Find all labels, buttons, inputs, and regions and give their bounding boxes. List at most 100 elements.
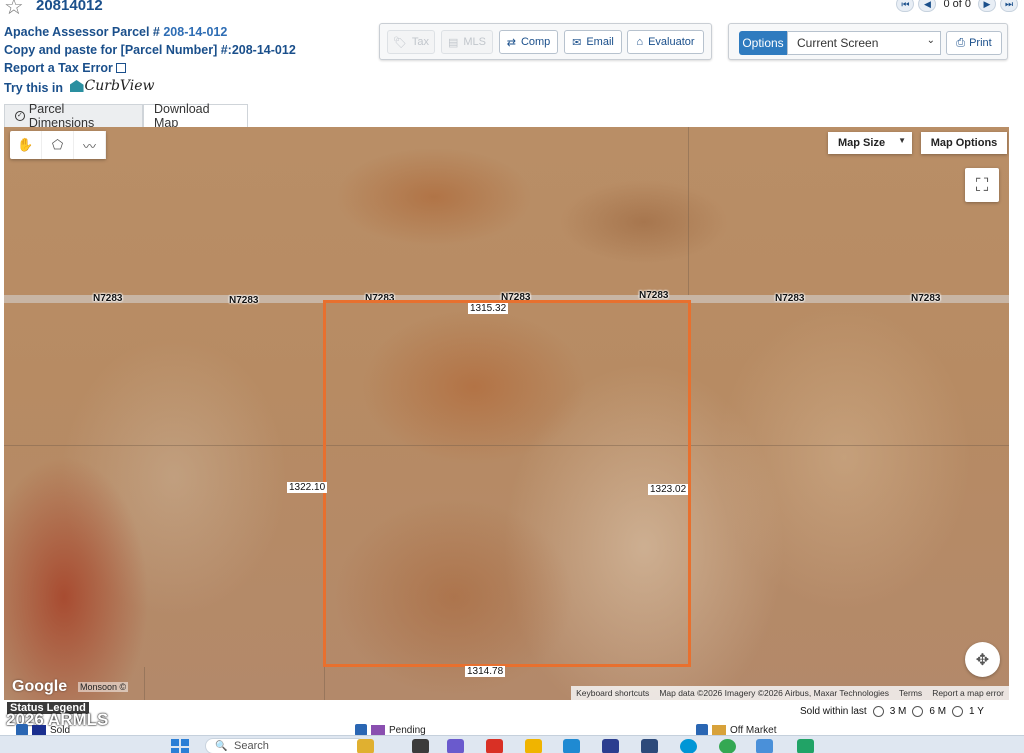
section-line <box>144 667 145 700</box>
assessor-parcel-link[interactable]: 208-14-012 <box>163 25 227 39</box>
assessor-parcel-label: Apache Assessor Parcel # <box>4 25 164 39</box>
tab-parcel-dimensions[interactable]: ✓ Parcel Dimensions <box>4 102 143 130</box>
try-this-label: Try this in <box>4 81 64 95</box>
comp-button[interactable]: ⇄ Comp <box>499 30 558 54</box>
screen-select[interactable]: Current Screen ⌄ <box>787 31 941 55</box>
search-icon: 🔍 <box>215 741 228 752</box>
swatch-off-market <box>712 725 726 735</box>
dimension-label-bottom: 1314.78 <box>465 666 506 677</box>
printer-icon: ⎙ <box>956 36 966 49</box>
legend-sold-label: Sold <box>50 724 71 736</box>
copy-parcel-line: Copy and paste for [Parcel Number] #:208… <box>4 43 296 57</box>
email-button[interactable]: ✉ Email <box>564 30 622 54</box>
chrome-icon[interactable] <box>719 739 736 753</box>
radio-1y[interactable] <box>952 706 964 717</box>
section-line <box>324 667 325 700</box>
options-toolbar: Options Current Screen ⌄ ⎙ Print <box>728 23 1008 60</box>
edge-icon[interactable] <box>563 739 580 753</box>
first-record-icon[interactable]: ⏮ <box>896 0 915 12</box>
keyboard-shortcuts-link[interactable]: Keyboard shortcuts <box>576 688 649 698</box>
sold-within-filter: Sold within last 3 M 6 M 1 Y <box>800 706 984 717</box>
radio-1y-label: 1 Y <box>969 706 984 717</box>
tab-download-map[interactable]: Download Map <box>143 102 248 130</box>
road-label: N7283 <box>93 293 123 304</box>
road-label: N7283 <box>775 293 805 304</box>
taskbar-search[interactable]: 🔍 Search <box>205 738 365 753</box>
comp-label: Comp <box>520 36 551 48</box>
tax-button[interactable]: 🏷 Tax <box>387 30 435 54</box>
property-header: ☆ 20814012 Apache Assessor Parcel # 208-… <box>0 0 1024 104</box>
store-icon[interactable] <box>641 739 658 753</box>
tab-download-map-label: Download Map <box>154 102 210 130</box>
last-record-icon[interactable]: ⏭ <box>1000 0 1018 12</box>
compare-arrows-icon: ⇄ <box>506 36 516 49</box>
copilot-icon[interactable] <box>447 739 464 753</box>
hand-pan-icon[interactable]: ✋ <box>10 131 42 159</box>
recenter-icon[interactable]: ✥ <box>965 642 1000 677</box>
report-tax-error-label: Report a Tax Error <box>4 61 113 75</box>
terms-link[interactable]: Terms <box>899 688 922 698</box>
drawing-toolbar: ✋ ⬠ 〰 <box>10 131 106 159</box>
next-record-icon[interactable]: ▶ <box>978 0 996 12</box>
mls-number[interactable]: 20814012 <box>36 0 103 14</box>
caret-down-icon: ▼ <box>898 136 906 145</box>
action-toolbar: 🏷 Tax ▤ MLS ⇄ Comp ✉ Email ⌂ Evaluator <box>379 23 712 60</box>
swatch-sold <box>32 725 46 735</box>
curbview-house-icon <box>69 80 84 92</box>
gmail-icon[interactable] <box>486 739 503 753</box>
dimension-label-right: 1323.02 <box>648 484 689 495</box>
section-line <box>688 127 689 295</box>
tab-parcel-dimensions-label: Parcel Dimensions <box>28 102 95 130</box>
envelope-icon: ✉ <box>572 36 582 49</box>
chevron-down-icon: ⌄ <box>926 35 935 46</box>
options-button[interactable]: Options <box>739 31 787 55</box>
line-draw-icon[interactable]: 〰 <box>74 131 106 159</box>
radio-6m[interactable] <box>912 706 924 717</box>
record-count: 0 of 0 <box>943 0 971 10</box>
active-window-icon[interactable] <box>756 739 773 753</box>
google-logo: Google <box>12 678 68 695</box>
record-pager: ⏮ ◀ 0 of 0 ▶ ⏭ <box>896 0 1018 12</box>
curbview-logo[interactable]: CurbView <box>67 78 155 94</box>
app-icon[interactable] <box>602 739 619 753</box>
fullscreen-icon[interactable]: ⛶ <box>965 168 999 202</box>
polygon-draw-icon[interactable]: ⬠ <box>42 131 74 159</box>
curbview-text: CurbView <box>84 78 155 94</box>
assessor-parcel-line: Apache Assessor Parcel # 208-14-012 <box>4 25 227 39</box>
task-view-icon[interactable] <box>412 739 429 753</box>
sold-within-label: Sold within last <box>800 706 867 717</box>
radio-3m[interactable] <box>872 706 884 717</box>
check-circle-icon: ✓ <box>15 111 25 121</box>
list-icon: ▤ <box>447 36 459 49</box>
satellite-map[interactable]: N7283 N7283 N7283 N7283 N7283 N7283 N728… <box>4 127 1009 700</box>
favorite-star-icon[interactable]: ☆ <box>4 0 24 18</box>
hp-icon[interactable] <box>680 739 697 753</box>
map-options-button[interactable]: Map Options <box>921 132 1007 154</box>
parcel-boundary[interactable] <box>323 300 691 667</box>
map-size-label: Map Size <box>838 137 886 149</box>
evaluator-button[interactable]: ⌂ Evaluator <box>627 30 704 54</box>
screen-select-value: Current Screen <box>797 36 879 50</box>
windows-start-icon[interactable] <box>171 739 189 753</box>
map-attribution: Keyboard shortcuts Map data ©2026 Imager… <box>571 686 1009 700</box>
report-map-error-link[interactable]: Report a map error <box>932 688 1004 698</box>
widgets-icon[interactable] <box>357 739 374 753</box>
excel-icon[interactable] <box>797 739 814 753</box>
road-label: N7283 <box>229 295 259 306</box>
mls-button[interactable]: ▤ MLS <box>441 30 493 54</box>
dimension-label-top: 1315.32 <box>468 303 509 314</box>
road-label: N7283 <box>911 293 941 304</box>
legend-off-market-label: Off Market <box>730 724 777 736</box>
monsoon-credit: Monsoon © <box>78 682 129 692</box>
external-link-icon <box>115 63 126 73</box>
radio-3m-label: 3 M <box>889 706 907 717</box>
os-taskbar: 🔍 Search <box>0 735 1024 753</box>
map-size-dropdown[interactable]: Map Size ▼ <box>828 132 912 154</box>
email-label: Email <box>586 36 614 48</box>
curbview-line[interactable]: Try this in CurbView <box>4 78 155 95</box>
print-button[interactable]: ⎙ Print <box>946 31 1002 55</box>
file-explorer-icon[interactable] <box>525 739 542 753</box>
report-tax-error-link[interactable]: Report a Tax Error <box>4 61 126 75</box>
prev-record-icon[interactable]: ◀ <box>918 0 937 12</box>
dimension-label-left: 1322.10 <box>287 482 328 493</box>
